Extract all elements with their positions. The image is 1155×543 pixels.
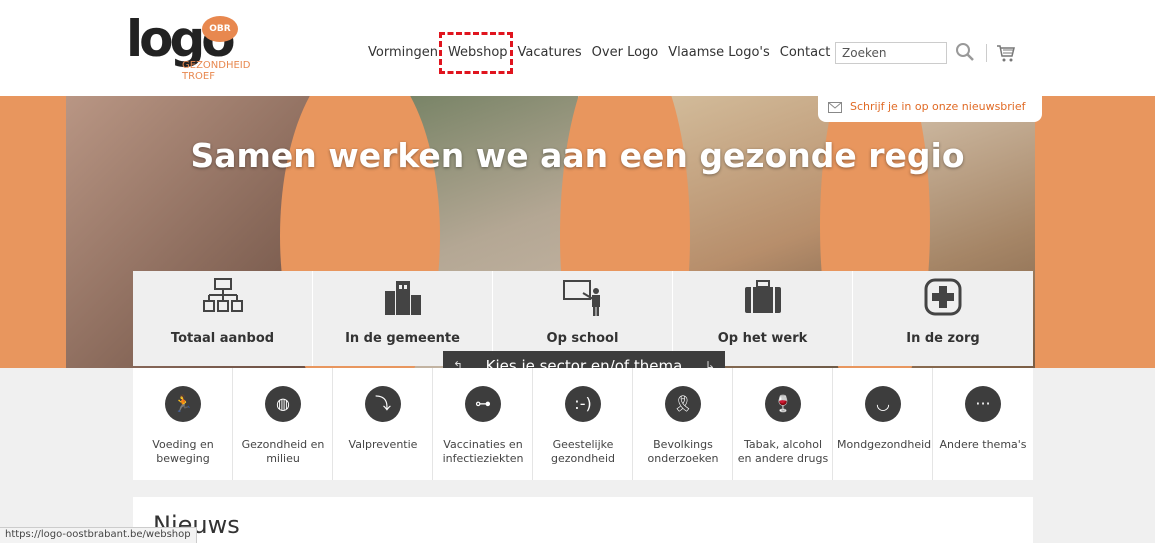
status-bar-url: https://logo-oostbrabant.be/webshop: [0, 527, 197, 543]
more-dots-icon: ···: [965, 386, 1001, 422]
highlight-box: [439, 32, 513, 74]
logo-subtitle-line2: TROEF: [182, 71, 215, 82]
logo-badge: OBR: [202, 16, 238, 42]
theme-label: Valpreventie: [348, 438, 418, 451]
theme-label: Gezondheid en milieu: [241, 438, 325, 465]
theme-label: Andere thema's: [939, 438, 1027, 451]
sector-totaal-aanbod[interactable]: Totaal aanbod: [133, 271, 313, 366]
theme-tabak-alcohol-drugs[interactable]: 🍷 Tabak, alcohol en andere drugs: [733, 368, 833, 480]
buildings-icon: [385, 281, 421, 315]
mail-icon: [828, 102, 842, 113]
sector-label: Op het werk: [717, 331, 808, 346]
plus-cross-icon: [924, 278, 962, 316]
cart-icon[interactable]: [996, 43, 1016, 63]
falling-person-icon: ⤵: [365, 386, 401, 422]
nav-vlaamse-logos[interactable]: Vlaamse Logo's: [668, 45, 770, 60]
globe-icon: ◍: [265, 386, 301, 422]
search-icon[interactable]: [955, 42, 975, 62]
runner-apple-icon: 🏃: [165, 386, 201, 422]
sector-label: Op school: [546, 331, 619, 346]
site-logo[interactable]: logo OBR GEZONDHEID TROEF: [126, 14, 266, 88]
sector-in-de-zorg[interactable]: In de zorg: [853, 271, 1033, 366]
ribbon-icon: 🎗: [665, 386, 701, 422]
sector-label: In de zorg: [906, 331, 980, 346]
nav-over-logo[interactable]: Over Logo: [592, 45, 659, 60]
theme-vaccinaties[interactable]: ⊶ Vaccinaties en infectieziekten: [433, 368, 533, 480]
theme-label: Geestelijke gezondheid: [551, 438, 615, 465]
theme-voeding-en-beweging[interactable]: 🏃 Voeding en beweging: [133, 368, 233, 480]
newsletter-link[interactable]: Schrijf je in op onze nieuwsbrief: [818, 92, 1042, 122]
syringe-icon: ⊶: [465, 386, 501, 422]
nav-contact[interactable]: Contact: [780, 45, 831, 60]
site-header: logo OBR GEZONDHEID TROEF Vormingen Webs…: [0, 0, 1155, 96]
theme-bar: 🏃 Voeding en beweging ◍ Gezondheid en mi…: [133, 368, 1033, 480]
search-input[interactable]: Zoeken: [835, 42, 947, 64]
logo-subtitle-line1: GEZONDHEID: [182, 60, 251, 71]
theme-label: Vaccinaties en infectieziekten: [442, 438, 524, 465]
theme-label: Mondgezondheid: [837, 438, 932, 451]
sector-label: In de gemeente: [345, 331, 460, 346]
theme-label: Tabak, alcohol en andere drugs: [737, 438, 829, 465]
hero-title: Samen werken we aan een gezonde regio: [190, 136, 965, 175]
header-divider: [986, 44, 987, 62]
theme-gezondheid-en-milieu[interactable]: ◍ Gezondheid en milieu: [233, 368, 333, 480]
teacher-board-icon: [563, 280, 600, 316]
network-icon: [203, 278, 243, 312]
nav-vacatures[interactable]: Vacatures: [518, 45, 582, 60]
theme-andere-themas[interactable]: ··· Andere thema's: [933, 368, 1033, 480]
logo-subtitle: GEZONDHEID TROEF: [182, 60, 250, 82]
theme-bevolkingsonderzoeken[interactable]: 🎗 Bevolkings onderzoeken: [633, 368, 733, 480]
theme-geestelijke-gezondheid[interactable]: :-) Geestelijke gezondheid: [533, 368, 633, 480]
sector-label: Totaal aanbod: [170, 331, 275, 346]
theme-label: Voeding en beweging: [152, 438, 214, 465]
theme-valpreventie[interactable]: ⤵ Valpreventie: [333, 368, 433, 480]
tooth-icon: ◡: [865, 386, 901, 422]
cigarette-glass-icon: 🍷: [765, 386, 801, 422]
theme-label: Bevolkings onderzoeken: [647, 438, 719, 465]
nav-vormingen[interactable]: Vormingen: [368, 45, 438, 60]
news-section: Nieuws: [133, 497, 1033, 543]
smiley-icon: :-): [565, 386, 601, 422]
briefcase-icon: [745, 280, 781, 313]
theme-mondgezondheid[interactable]: ◡ Mondgezondheid: [833, 368, 933, 480]
